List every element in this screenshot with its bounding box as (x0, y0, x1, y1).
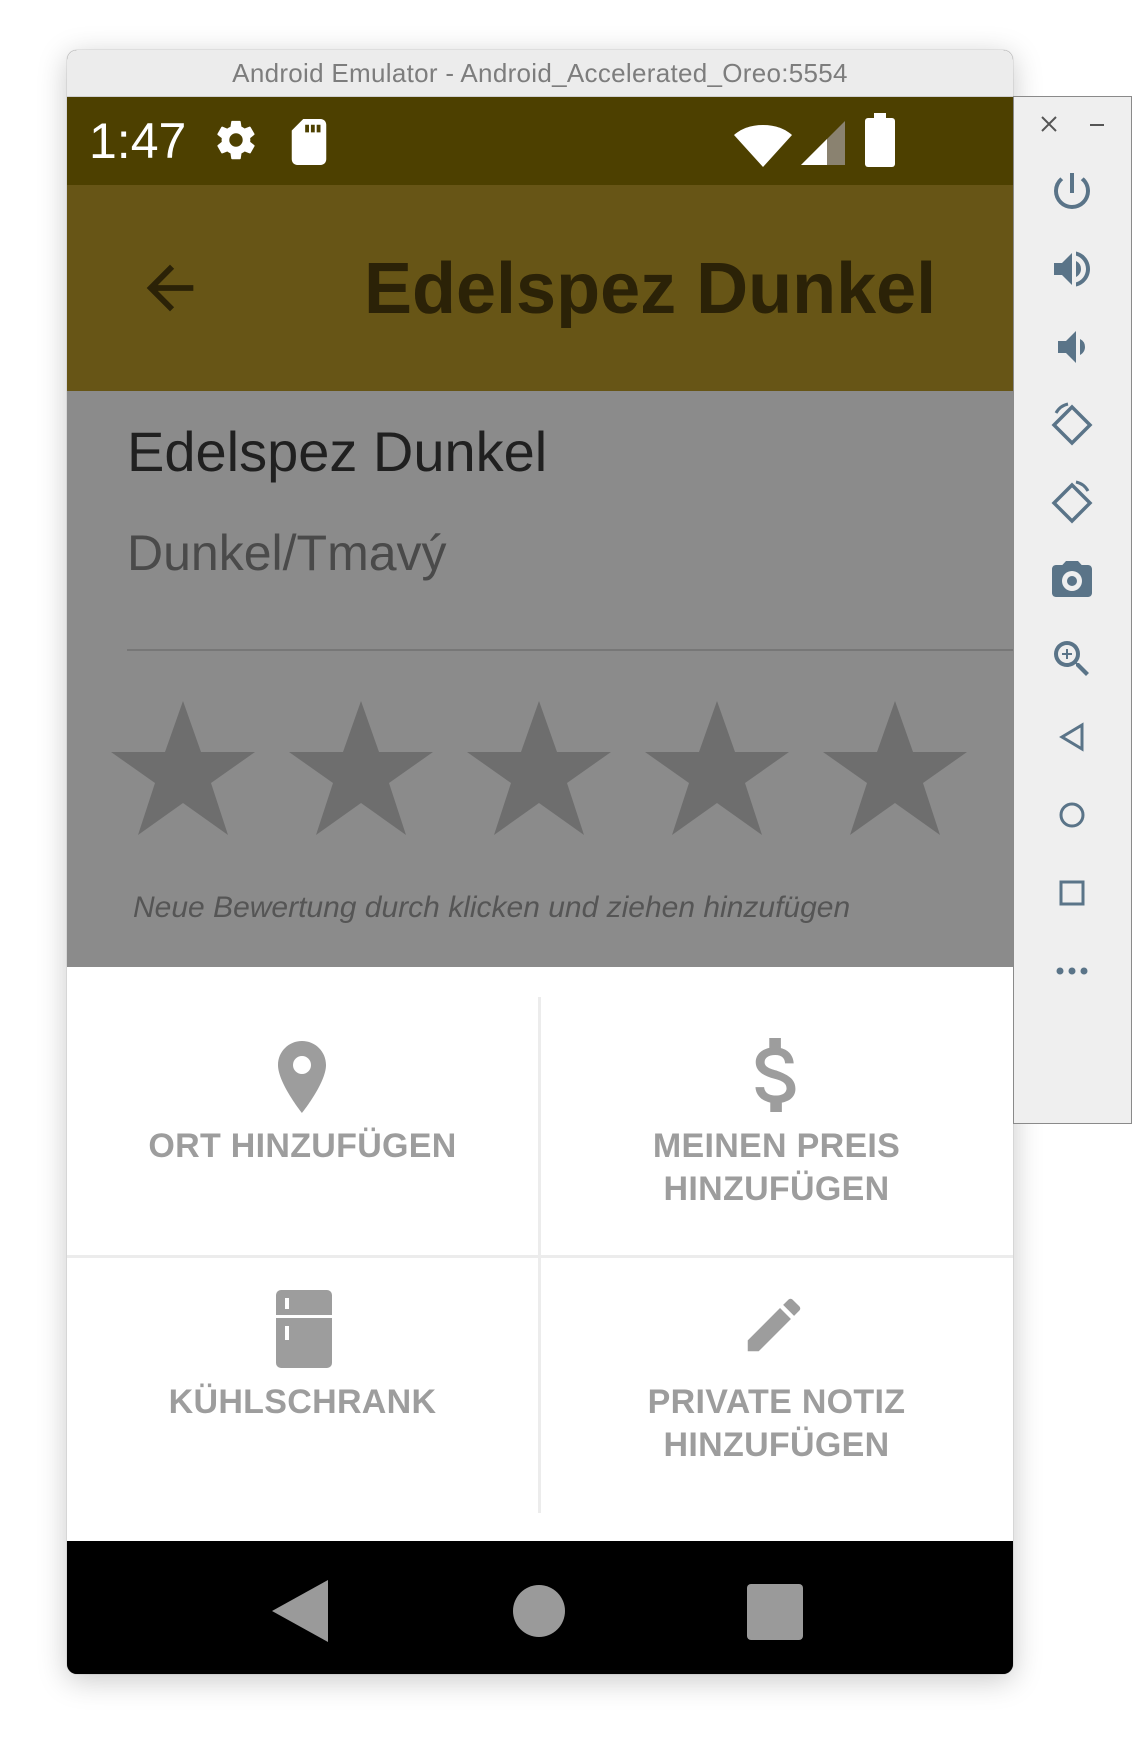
volume-down-icon (1058, 331, 1085, 363)
rating-stars[interactable] (111, 701, 971, 846)
add-note-label-line2: HINZUFÜGEN (663, 1426, 890, 1464)
arrow-back-icon[interactable] (135, 253, 205, 323)
rotate-left-icon (1051, 402, 1093, 446)
star-icon (111, 701, 255, 835)
star-icon (289, 701, 433, 835)
rotate-right-icon (1051, 480, 1093, 524)
action-bottom-sheet: ORT HINZUFÜGEN MEINEN PREIS HINZUFÜGEN K… (67, 967, 1013, 1541)
status-time: 1:47 (89, 113, 187, 169)
rotate-right-button[interactable] (1014, 473, 1133, 533)
volume-down-button[interactable] (1014, 317, 1133, 377)
emulator-window: Android Emulator - Android_Accelerated_O… (67, 50, 1013, 1674)
fridge-label: KÜHLSCHRANK (168, 1383, 437, 1421)
nav-recents-icon[interactable] (747, 1584, 803, 1640)
emulator-side-panel (1013, 96, 1132, 1124)
window-title: Android Emulator - Android_Accelerated_O… (67, 50, 1013, 97)
beer-name: Edelspez Dunkel (127, 420, 548, 483)
rotate-left-button[interactable] (1014, 395, 1133, 455)
power-button[interactable] (1014, 161, 1133, 221)
add-location-label: ORT HINZUFÜGEN (148, 1127, 457, 1165)
star-icon (645, 701, 789, 835)
settings-icon (217, 120, 255, 160)
minimize-icon[interactable] (1088, 123, 1106, 127)
star-icon (823, 701, 967, 835)
volume-up-icon (1054, 251, 1090, 287)
add-location-button[interactable]: ORT HINZUFÜGEN (67, 997, 538, 1255)
back-icon (1059, 722, 1084, 752)
add-price-label-line1: MEINEN PREIS (652, 1127, 901, 1165)
app-toolbar: Edelspez Dunkel (67, 185, 1013, 391)
pencil-icon (747, 1298, 801, 1352)
wifi-icon (734, 125, 792, 167)
add-private-note-button[interactable]: PRIVATE NOTIZ HINZUFÜGEN (541, 1258, 1012, 1516)
more-button[interactable] (1014, 941, 1133, 1001)
add-price-label-line2: HINZUFÜGEN (663, 1170, 890, 1208)
close-icon[interactable] (1040, 115, 1058, 133)
fridge-icon (276, 1290, 332, 1368)
overview-icon (1059, 880, 1085, 906)
add-note-label-line1: PRIVATE NOTIZ (647, 1383, 906, 1421)
screenshot-button[interactable] (1014, 551, 1133, 611)
star-icon (467, 701, 611, 835)
location-pin-icon (278, 1041, 326, 1113)
add-price-button[interactable]: MEINEN PREIS HINZUFÜGEN (541, 997, 1012, 1255)
sd-card-icon (291, 119, 327, 165)
signal-icon (801, 121, 845, 165)
back-button[interactable] (1014, 707, 1133, 767)
home-icon (1059, 802, 1085, 828)
zoom-icon (1054, 641, 1089, 676)
nav-back-icon[interactable] (272, 1580, 330, 1642)
power-icon (1054, 173, 1090, 209)
device-screen: 1:47 Edelspez Dunkel Edelspez Dunkel Dun… (67, 97, 1013, 1674)
page-title: Edelspez Dunkel (364, 249, 937, 329)
nav-home-icon[interactable] (512, 1584, 566, 1638)
beer-style: Dunkel/Tmavý (127, 525, 447, 581)
battery-icon (865, 113, 895, 167)
dollar-icon (755, 1038, 796, 1112)
overview-button[interactable] (1014, 863, 1133, 923)
rating-hint: Neue Bewertung durch klicken und ziehen … (133, 891, 851, 924)
home-button[interactable] (1014, 785, 1133, 845)
more-icon (1056, 967, 1088, 975)
fridge-button[interactable]: KÜHLSCHRANK (67, 1258, 538, 1516)
zoom-button[interactable] (1014, 629, 1133, 689)
system-navigation-bar (67, 1541, 1013, 1674)
divider (127, 649, 1013, 651)
camera-icon (1052, 561, 1092, 597)
status-bar: 1:47 (67, 97, 1013, 185)
volume-up-button[interactable] (1014, 239, 1133, 299)
